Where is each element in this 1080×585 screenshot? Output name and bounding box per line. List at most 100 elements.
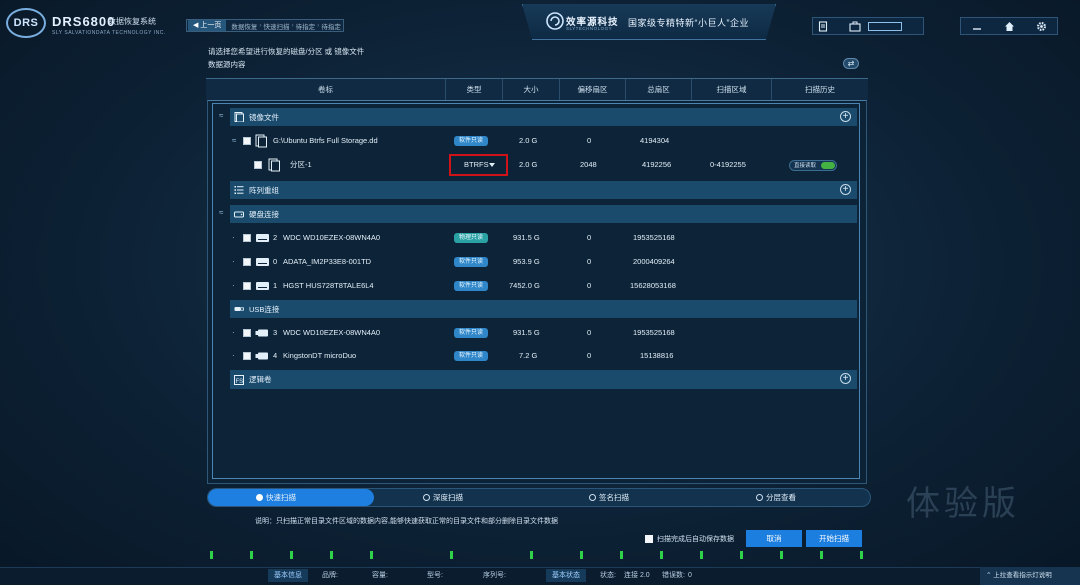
total-sectors-value: 15628053168 — [630, 281, 676, 290]
capacity-label: 容量: — [372, 572, 388, 579]
size-value: 7.2 G — [519, 351, 538, 360]
disk-name: WDC WD10EZEX-08WN4A0 — [283, 328, 381, 337]
brand-english: SLY SALVATIONDATA TECHNOLOGY INC. — [52, 30, 166, 36]
row-checkbox[interactable] — [243, 137, 251, 145]
tab-basic-status[interactable]: 基本状态 — [546, 569, 586, 582]
total-sectors-value: 2000409264 — [633, 257, 675, 266]
company-logo-icon — [546, 12, 564, 30]
indicator-lights — [208, 551, 868, 559]
offset-value: 0 — [587, 257, 592, 266]
expand-icon[interactable]: · — [232, 345, 235, 367]
table-row[interactable]: ≈ G:\Ubuntu Btrfs Full Storage.dd 软件只读 2… — [212, 130, 857, 152]
expand-icon[interactable]: · — [232, 275, 235, 297]
indicator-led — [290, 551, 293, 559]
add-image-button[interactable]: + — [840, 111, 851, 122]
indicator-led — [740, 551, 743, 559]
hard-disk-icon — [234, 211, 244, 218]
app-logo: DRS — [6, 8, 46, 38]
row-checkbox[interactable] — [243, 352, 251, 360]
mode-label: 签名扫描 — [599, 493, 629, 502]
home-button[interactable] — [999, 18, 1019, 34]
group-usb[interactable]: USB连接 — [230, 300, 857, 318]
refresh-button[interactable]: ⇄ — [843, 58, 859, 69]
toolbox-button[interactable] — [845, 18, 865, 34]
group-label: USB连接 — [249, 304, 280, 314]
table-header: 卷标 类型 大小 偏移扇区 总扇区 扫描区域 扫描历史 — [206, 78, 868, 101]
filesystem-select[interactable]: BTRFS — [449, 154, 508, 176]
table-row[interactable]: · 2 WDC WD10EZEX-08WN4A0 物理只读 931.5 G 0 … — [212, 227, 857, 249]
breadcrumb-item[interactable]: 快速扫描 — [262, 21, 292, 31]
collapse-image-group[interactable]: ≈ — [219, 111, 223, 120]
cancel-button[interactable]: 取消 — [746, 530, 802, 547]
size-value: 7452.0 G — [509, 281, 540, 290]
row-checkbox[interactable] — [243, 282, 251, 290]
table-row-partition[interactable]: 分区-1 BTRFS 2.0 G 2048 4192256 0-4192255 … — [212, 154, 857, 176]
mode-signature-scan[interactable]: 签名扫描 — [589, 489, 629, 506]
mode-label: 分层查看 — [766, 493, 796, 502]
disk-name: WDC WD10EZEX-08WN4A0 — [283, 233, 381, 242]
group-label: 逻辑卷 — [249, 375, 272, 384]
direct-read-toggle[interactable]: 直接读取 — [789, 160, 837, 171]
tab-basic-info[interactable]: 基本信息 — [268, 569, 308, 582]
led-legend-label: 上拉查看指示灯说明 — [993, 572, 1052, 579]
start-scan-button[interactable]: 开始扫描 — [806, 530, 862, 547]
group-disks[interactable]: 硬盘连接 — [230, 205, 857, 223]
read-only-badge: 软件只读 — [454, 136, 489, 146]
breadcrumb-item[interactable]: 待指定 — [294, 21, 318, 31]
size-value: 931.5 G — [513, 233, 540, 242]
size-value: 931.5 G — [513, 328, 540, 337]
column-header-label[interactable]: 卷标 — [206, 79, 446, 101]
table-row[interactable]: · 4 KingstonDT microDuo 软件只读 7.2 G 0 151… — [212, 345, 857, 367]
table-row[interactable]: · 0 ADATA_IM2P33E8-001TD 软件只读 953.9 G 0 … — [212, 251, 857, 273]
settings-button[interactable] — [1031, 18, 1051, 34]
svg-text:FS: FS — [236, 379, 244, 385]
toggle-knob — [821, 162, 835, 169]
group-raid[interactable]: 阵列重组 + — [230, 181, 857, 199]
indicator-led — [250, 551, 253, 559]
minimize-button[interactable] — [967, 18, 987, 34]
group-logical-volumes[interactable]: FS 逻辑卷 + — [230, 370, 857, 389]
scan-range-value[interactable]: 0-4192255 — [710, 154, 746, 176]
indicator-led — [330, 551, 333, 559]
radio-icon — [589, 494, 596, 501]
indicator-led — [580, 551, 583, 559]
row-checkbox[interactable] — [243, 329, 251, 337]
column-header-scan-range[interactable]: 扫描区域 — [692, 79, 772, 101]
column-header-total[interactable]: 总扇区 — [626, 79, 692, 101]
column-header-type[interactable]: 类型 — [446, 79, 503, 101]
mode-quick-scan[interactable]: 快速扫描 — [256, 489, 296, 506]
breadcrumb-item[interactable]: 待指定 — [319, 21, 343, 31]
autosave-option[interactable]: 扫描完成后自动保存数据 — [645, 534, 734, 544]
row-checkbox[interactable] — [243, 234, 251, 242]
report-button[interactable] — [813, 18, 833, 34]
expand-icon[interactable]: · — [232, 251, 235, 273]
breadcrumb-item[interactable]: 数据恢复 — [229, 21, 259, 31]
usb-drive-icon — [255, 329, 268, 337]
table-row[interactable]: · 3 WDC WD10EZEX-08WN4A0 软件只读 931.5 G 0 … — [212, 322, 857, 344]
logical-volume-icon: FS — [234, 374, 244, 385]
collapse-icon[interactable]: ≈ — [232, 130, 236, 152]
back-button[interactable]: ◀ 上一页 — [188, 20, 227, 31]
column-header-offset[interactable]: 偏移扇区 — [560, 79, 626, 101]
disk-index: 1 — [273, 281, 278, 290]
autosave-checkbox[interactable] — [645, 535, 653, 543]
row-checkbox[interactable] — [243, 258, 251, 266]
mode-partition-view[interactable]: 分层查看 — [756, 489, 796, 506]
column-header-size[interactable]: 大小 — [503, 79, 560, 101]
toolbox-icon — [849, 21, 861, 32]
expand-icon[interactable]: · — [232, 322, 235, 344]
row-checkbox[interactable] — [254, 161, 262, 169]
column-header-scan-history[interactable]: 扫描历史 — [772, 79, 868, 101]
expand-icon[interactable]: · — [232, 227, 235, 249]
led-legend-toggle[interactable]: ⌃ 上拉查看指示灯说明 — [980, 567, 1080, 585]
total-sectors-value: 4192256 — [642, 160, 672, 169]
list-icon — [234, 186, 244, 194]
table-row[interactable]: · 1 HGST HUS728T8TALE6L4 软件只读 7452.0 G 0… — [212, 275, 857, 297]
mode-deep-scan[interactable]: 深度扫描 — [423, 489, 463, 506]
add-logical-volume-button[interactable]: + — [840, 373, 851, 384]
collapse-disk-group[interactable]: ≈ — [219, 208, 223, 217]
language-select[interactable] — [868, 21, 902, 31]
group-image-files[interactable]: 镜像文件 + — [230, 108, 857, 126]
add-raid-button[interactable]: + — [840, 184, 851, 195]
image-file-icon — [234, 112, 244, 122]
